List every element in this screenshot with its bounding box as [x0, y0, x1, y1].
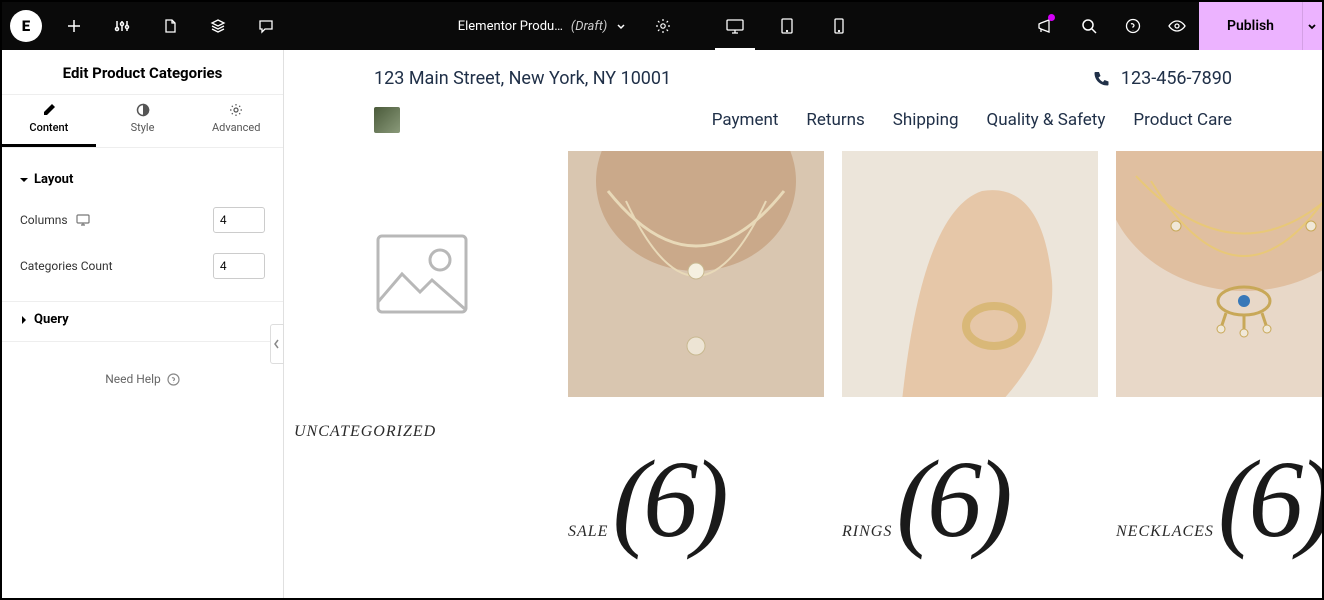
- publish-options-button[interactable]: [1302, 2, 1322, 50]
- section-query-header[interactable]: Query: [20, 302, 265, 337]
- help-icon: [1125, 18, 1141, 34]
- chat-icon: [258, 18, 274, 34]
- category-label: NECKLACES: [1116, 523, 1214, 541]
- category-item[interactable]: RINGS (6): [842, 151, 1098, 547]
- categories-count-label: Categories Count: [20, 259, 113, 273]
- chevron-down-icon: [1306, 20, 1318, 32]
- category-label: UNCATEGORIZED: [294, 423, 436, 441]
- columns-row: Columns: [20, 197, 265, 243]
- caret-right-icon: [20, 316, 28, 324]
- eye-icon: [1168, 18, 1186, 34]
- desktop-icon: [726, 18, 744, 34]
- site-address: 123 Main Street, New York, NY 10001: [374, 68, 671, 89]
- history-button[interactable]: [194, 2, 242, 50]
- phone-icon: [1093, 71, 1109, 87]
- category-image: [568, 151, 824, 397]
- category-image: [1116, 151, 1322, 397]
- categories-count-row: Categories Count: [20, 243, 265, 289]
- category-count: (6): [896, 453, 1006, 547]
- editor-top-bar: E Elementor Produ… (Draft): [2, 2, 1322, 50]
- gear-icon: [229, 103, 243, 117]
- editor-sidebar: Edit Product Categories Content Style Ad…: [2, 50, 284, 598]
- columns-label: Columns: [20, 213, 68, 227]
- document-switcher[interactable]: Elementor Produ… (Draft): [448, 19, 638, 34]
- site-logo[interactable]: [374, 107, 400, 133]
- nav-returns[interactable]: Returns: [806, 110, 864, 130]
- whats-new-button[interactable]: [1023, 2, 1067, 50]
- site-nav: Payment Returns Shipping Quality & Safet…: [284, 97, 1322, 151]
- sidebar-tabs: Content Style Advanced: [2, 95, 283, 148]
- tablet-icon: [780, 18, 794, 34]
- document-status: (Draft): [571, 19, 607, 34]
- chevron-down-icon: [615, 20, 627, 32]
- preview-area: 123 Main Street, New York, NY 10001 123-…: [284, 50, 1322, 598]
- elementor-logo-button[interactable]: E: [2, 2, 50, 50]
- category-image-placeholder: [294, 151, 550, 397]
- pencil-icon: [42, 103, 56, 117]
- layers-icon: [210, 18, 226, 34]
- device-desktop[interactable]: [709, 2, 761, 50]
- nav-shipping[interactable]: Shipping: [893, 110, 959, 130]
- category-count: (6): [612, 453, 722, 547]
- nav-payment[interactable]: Payment: [712, 110, 779, 130]
- notes-button[interactable]: [242, 2, 290, 50]
- category-label: SALE: [568, 523, 608, 541]
- image-placeholder-icon: [374, 232, 470, 316]
- finder-button[interactable]: [1067, 2, 1111, 50]
- publish-button[interactable]: Publish: [1199, 2, 1302, 50]
- category-item[interactable]: UNCATEGORIZED: [294, 151, 550, 547]
- categories-count-input[interactable]: [213, 253, 265, 279]
- preview-button[interactable]: [1155, 2, 1199, 50]
- add-element-button[interactable]: [50, 2, 98, 50]
- tab-advanced[interactable]: Advanced: [189, 95, 283, 147]
- site-phone: 123-456-7890: [1121, 68, 1232, 89]
- style-icon: [136, 103, 150, 117]
- sliders-icon: [114, 18, 130, 34]
- category-label: RINGS: [842, 523, 892, 541]
- product-categories-widget[interactable]: UNCATEGORIZED SALE (6) RINGS (6): [284, 151, 1322, 547]
- site-top-bar: 123 Main Street, New York, NY 10001 123-…: [284, 50, 1322, 97]
- columns-input[interactable]: [213, 207, 265, 233]
- help-icon: [167, 373, 180, 386]
- category-item[interactable]: SALE (6): [568, 151, 824, 547]
- nav-quality[interactable]: Quality & Safety: [987, 110, 1106, 130]
- collapse-sidebar-button[interactable]: [270, 324, 284, 364]
- chevron-left-icon: [274, 339, 280, 349]
- section-layout-header[interactable]: Layout: [20, 162, 265, 197]
- page-settings-button[interactable]: [645, 2, 681, 50]
- sidebar-title: Edit Product Categories: [2, 50, 283, 95]
- device-mobile[interactable]: [813, 2, 865, 50]
- gear-icon: [655, 18, 671, 34]
- notification-dot: [1048, 14, 1055, 21]
- plus-icon: [66, 18, 82, 34]
- file-icon: [162, 18, 178, 34]
- site-settings-button[interactable]: [98, 2, 146, 50]
- structure-button[interactable]: [146, 2, 194, 50]
- tab-content[interactable]: Content: [2, 95, 96, 147]
- tab-style[interactable]: Style: [96, 95, 190, 147]
- caret-down-icon: [20, 176, 28, 184]
- category-count: (6): [1218, 453, 1322, 547]
- mobile-icon: [833, 18, 845, 34]
- need-help-link[interactable]: Need Help: [20, 342, 265, 416]
- document-title: Elementor Produ…: [458, 19, 563, 34]
- category-image: [842, 151, 1098, 397]
- nav-care[interactable]: Product Care: [1133, 110, 1232, 130]
- search-icon: [1081, 18, 1097, 34]
- responsive-icon[interactable]: [76, 214, 90, 226]
- device-tablet[interactable]: [761, 2, 813, 50]
- help-button[interactable]: [1111, 2, 1155, 50]
- category-item[interactable]: NECKLACES (6): [1116, 151, 1322, 547]
